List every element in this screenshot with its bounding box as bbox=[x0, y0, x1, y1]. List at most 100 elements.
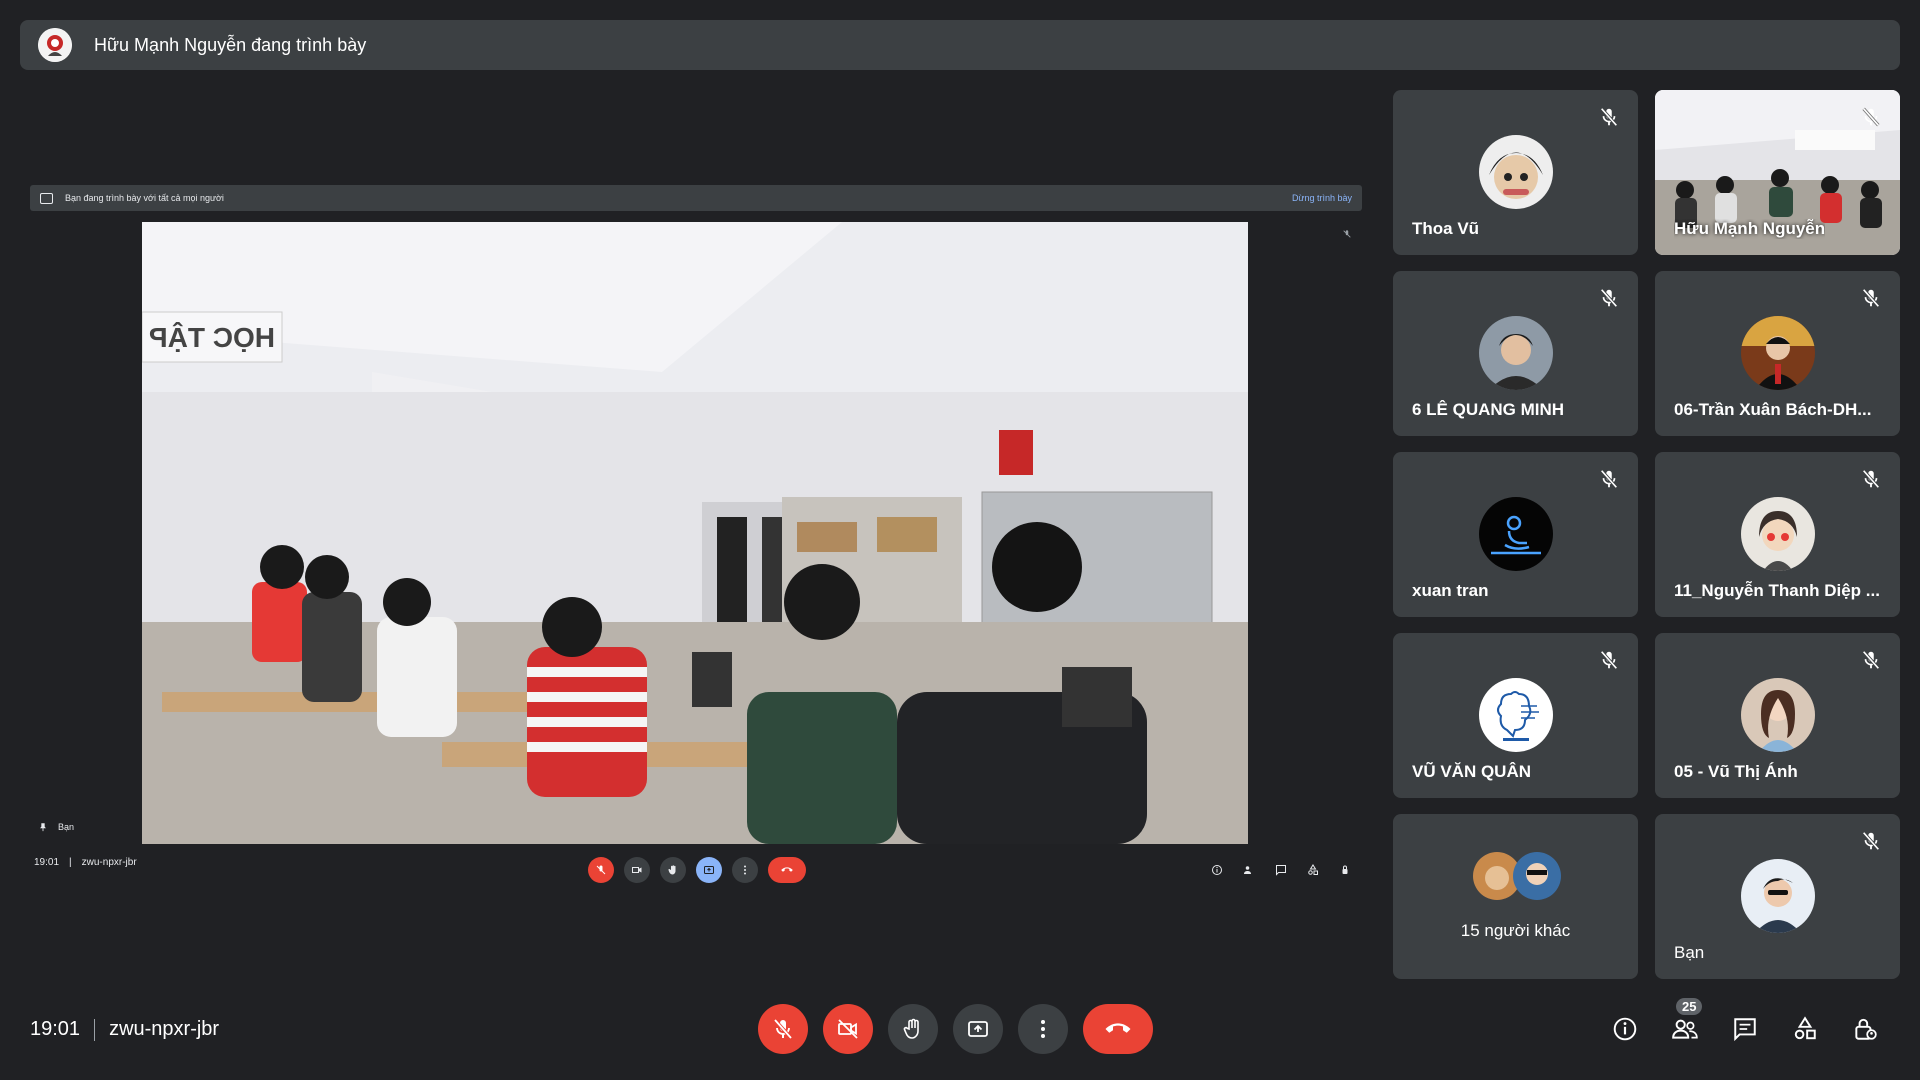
participant-name: 11_Nguyễn Thanh Diệp ... bbox=[1674, 581, 1880, 600]
mic-off-icon bbox=[1862, 650, 1880, 670]
mini-controls bbox=[588, 857, 806, 883]
more-vert-icon bbox=[744, 865, 746, 875]
participant-tile[interactable]: 11_Nguyễn Thanh Diệp ... bbox=[1655, 452, 1900, 617]
mini-people-icon[interactable] bbox=[1240, 861, 1258, 879]
group-avatars bbox=[1471, 850, 1566, 902]
participant-tile[interactable]: VŨ VĂN QUÂN bbox=[1393, 633, 1638, 798]
meeting-info: 19:01 zwu-npxr-jbr bbox=[30, 1018, 219, 1041]
hand-icon bbox=[668, 865, 676, 875]
participant-tile[interactable]: Hữu Mạnh Nguyễn bbox=[1655, 90, 1900, 255]
mini-activities-icon[interactable] bbox=[1304, 861, 1322, 879]
mini-raise-hand-button[interactable] bbox=[660, 857, 686, 883]
raise-hand-button[interactable] bbox=[888, 1004, 938, 1054]
mic-off-icon bbox=[1600, 469, 1618, 489]
self-label: Bạn bbox=[58, 822, 75, 832]
chat-icon bbox=[1734, 1018, 1756, 1042]
present-icon bbox=[968, 1021, 988, 1037]
people-button[interactable]: 25 bbox=[1670, 998, 1703, 1044]
svg-text:HỌC TẬP: HỌC TẬP bbox=[149, 322, 275, 353]
avatar bbox=[1478, 678, 1553, 752]
camera-off-icon bbox=[838, 1019, 858, 1039]
camera-button[interactable] bbox=[823, 1004, 873, 1054]
participant-name: 6 LÊ QUANG MINH bbox=[1412, 400, 1565, 419]
participant-name: VŨ VĂN QUÂN bbox=[1412, 762, 1532, 781]
mic-off-icon bbox=[1600, 288, 1618, 308]
mini-mic-button[interactable] bbox=[588, 857, 614, 883]
mini-meeting-info: 19:01 | zwu-npxr-jbr bbox=[34, 857, 137, 868]
meeting-code: zwu-npxr-jbr bbox=[109, 1018, 220, 1040]
phone-hangup-icon bbox=[781, 867, 793, 872]
avatar bbox=[1478, 135, 1553, 209]
meeting-time: 19:01 bbox=[30, 1018, 81, 1040]
participant-tile[interactable]: xuan tran bbox=[1393, 452, 1638, 617]
activities-icon bbox=[1794, 1016, 1816, 1040]
side-controls: 25 bbox=[1610, 998, 1880, 1044]
phone-hangup-icon bbox=[1105, 1023, 1131, 1033]
mic-off-icon bbox=[1862, 469, 1880, 489]
mini-more-button[interactable] bbox=[732, 857, 758, 883]
divider bbox=[94, 1018, 96, 1041]
lock-person-icon bbox=[1855, 1018, 1877, 1040]
mic-off-icon bbox=[773, 1018, 793, 1040]
people-icon bbox=[1672, 1019, 1698, 1039]
participant-tile[interactable]: 06-Trần Xuân Bách-DH... bbox=[1655, 271, 1900, 436]
participant-tile[interactable]: Thoa Vũ bbox=[1393, 90, 1638, 255]
mini-info-icon[interactable] bbox=[1208, 861, 1226, 879]
mini-right-controls bbox=[1208, 861, 1354, 879]
self-preview-label: Bạn bbox=[38, 822, 74, 832]
pin-icon bbox=[40, 823, 46, 832]
activities-button[interactable] bbox=[1790, 1014, 1820, 1044]
presenter-title: Hữu Mạnh Nguyễn đang trình bày bbox=[94, 34, 367, 55]
avatar bbox=[1478, 316, 1553, 390]
participant-name: Thoa Vũ bbox=[1412, 219, 1480, 238]
mini-present-button[interactable] bbox=[696, 857, 722, 883]
presenting-notice: Bạn đang trình bày với tất cả mọi người bbox=[65, 193, 224, 203]
present-screen-icon bbox=[40, 192, 53, 204]
avatar bbox=[1740, 497, 1815, 571]
info-icon bbox=[1613, 1017, 1637, 1041]
mic-off-icon bbox=[1600, 107, 1618, 127]
meeting-details-button[interactable] bbox=[1610, 1014, 1640, 1044]
avatar bbox=[1478, 497, 1553, 571]
others-count-label: 15 người khác bbox=[1460, 921, 1571, 940]
mini-time: 19:01 bbox=[34, 857, 60, 868]
participant-tile[interactable]: 6 LÊ QUANG MINH bbox=[1393, 271, 1638, 436]
others-tile[interactable]: 15 người khác bbox=[1393, 814, 1638, 979]
presenter-avatar bbox=[38, 28, 72, 62]
chat-button[interactable] bbox=[1730, 1014, 1760, 1044]
present-icon bbox=[704, 866, 714, 874]
mic-off-icon bbox=[1862, 288, 1880, 308]
participant-name: Bạn bbox=[1674, 943, 1705, 962]
present-now-button[interactable] bbox=[953, 1004, 1003, 1054]
participant-name: 05 - Vũ Thị Ánh bbox=[1674, 762, 1798, 781]
mic-off-icon bbox=[1862, 107, 1880, 127]
participant-tile[interactable]: 05 - Vũ Thị Ánh bbox=[1655, 633, 1900, 798]
more-options-button[interactable] bbox=[1018, 1004, 1068, 1054]
host-controls-button[interactable] bbox=[1850, 1014, 1880, 1044]
mic-off-icon bbox=[1343, 230, 1351, 238]
leave-call-button[interactable] bbox=[1083, 1004, 1153, 1054]
avatar bbox=[1740, 316, 1815, 390]
self-tile[interactable]: Bạn bbox=[1655, 814, 1900, 979]
participant-name: 06-Trần Xuân Bách-DH... bbox=[1674, 400, 1872, 419]
microphone-button[interactable] bbox=[758, 1004, 808, 1054]
participant-name: xuan tran bbox=[1412, 581, 1489, 600]
shared-screen: Bạn đang trình bày với tất cả mọi người … bbox=[30, 185, 1362, 890]
stop-presenting-link[interactable]: Dừng trình bày bbox=[1292, 193, 1352, 203]
mini-chat-icon[interactable] bbox=[1272, 861, 1290, 879]
presenter-banner: Hữu Mạnh Nguyễn đang trình bày bbox=[20, 20, 1900, 70]
participant-name: Hữu Mạnh Nguyễn bbox=[1674, 219, 1826, 238]
call-controls bbox=[758, 1004, 1153, 1054]
people-count-badge: 25 bbox=[1676, 998, 1703, 1015]
mini-camera-button[interactable] bbox=[624, 857, 650, 883]
mic-off-icon bbox=[596, 865, 606, 875]
mini-host-controls-icon[interactable] bbox=[1336, 861, 1354, 879]
presenting-notice-bar: Bạn đang trình bày với tất cả mọi người … bbox=[30, 185, 1362, 211]
classroom-video: HỌC TẬP bbox=[142, 222, 1248, 844]
hand-icon bbox=[903, 1018, 919, 1039]
more-vert-icon bbox=[1041, 1020, 1045, 1038]
avatar bbox=[1740, 859, 1815, 933]
camera-icon bbox=[632, 867, 642, 873]
mic-off-icon bbox=[1600, 650, 1618, 670]
mini-leave-call-button[interactable] bbox=[768, 857, 806, 883]
